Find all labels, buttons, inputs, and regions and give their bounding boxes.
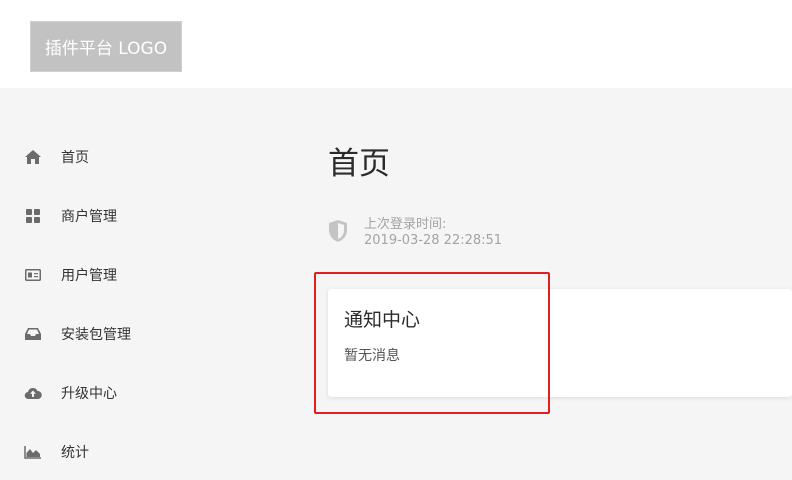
logo[interactable]: 插件平台 LOGO — [30, 21, 182, 72]
notice-card-body: 暂无消息 — [344, 348, 400, 364]
sidebar-item-packages[interactable]: 安装包管理 — [0, 314, 300, 354]
sidebar-item-home[interactable]: 首页 — [0, 137, 300, 177]
main-content: 首页 上次登录时间: 2019-03-28 22:28:51 通知中心 暂无消息 — [300, 88, 792, 480]
sidebar: 首页 商户管理 用户管理 安装包管理 升级中心 统计 — [0, 88, 300, 480]
sidebar-item-label: 安装包管理 — [61, 327, 131, 343]
shield-icon — [328, 219, 348, 243]
inbox-icon — [24, 325, 42, 343]
sidebar-item-label: 统计 — [61, 445, 89, 461]
notice-card: 通知中心 暂无消息 — [328, 289, 792, 397]
notice-card-title: 通知中心 — [344, 309, 421, 331]
sidebar-item-label: 升级中心 — [61, 386, 117, 402]
sidebar-item-label: 商户管理 — [61, 209, 117, 225]
cloud-upload-icon — [24, 384, 42, 402]
last-login-time: 2019-03-28 22:28:51 — [364, 233, 503, 248]
sidebar-item-stats[interactable]: 统计 — [0, 432, 300, 472]
top-bar: 插件平台 LOGO — [0, 0, 792, 88]
last-login-label: 上次登录时间: — [364, 217, 447, 232]
grid-icon — [24, 207, 42, 225]
page-title: 首页 — [328, 146, 390, 182]
sidebar-item-upgrade[interactable]: 升级中心 — [0, 373, 300, 413]
sidebar-item-users[interactable]: 用户管理 — [0, 255, 300, 295]
id-card-icon — [24, 266, 42, 284]
area-chart-icon — [24, 443, 42, 461]
home-icon — [24, 148, 42, 166]
sidebar-item-label: 首页 — [61, 150, 89, 166]
sidebar-item-label: 用户管理 — [61, 268, 117, 284]
sidebar-item-merchants[interactable]: 商户管理 — [0, 196, 300, 236]
